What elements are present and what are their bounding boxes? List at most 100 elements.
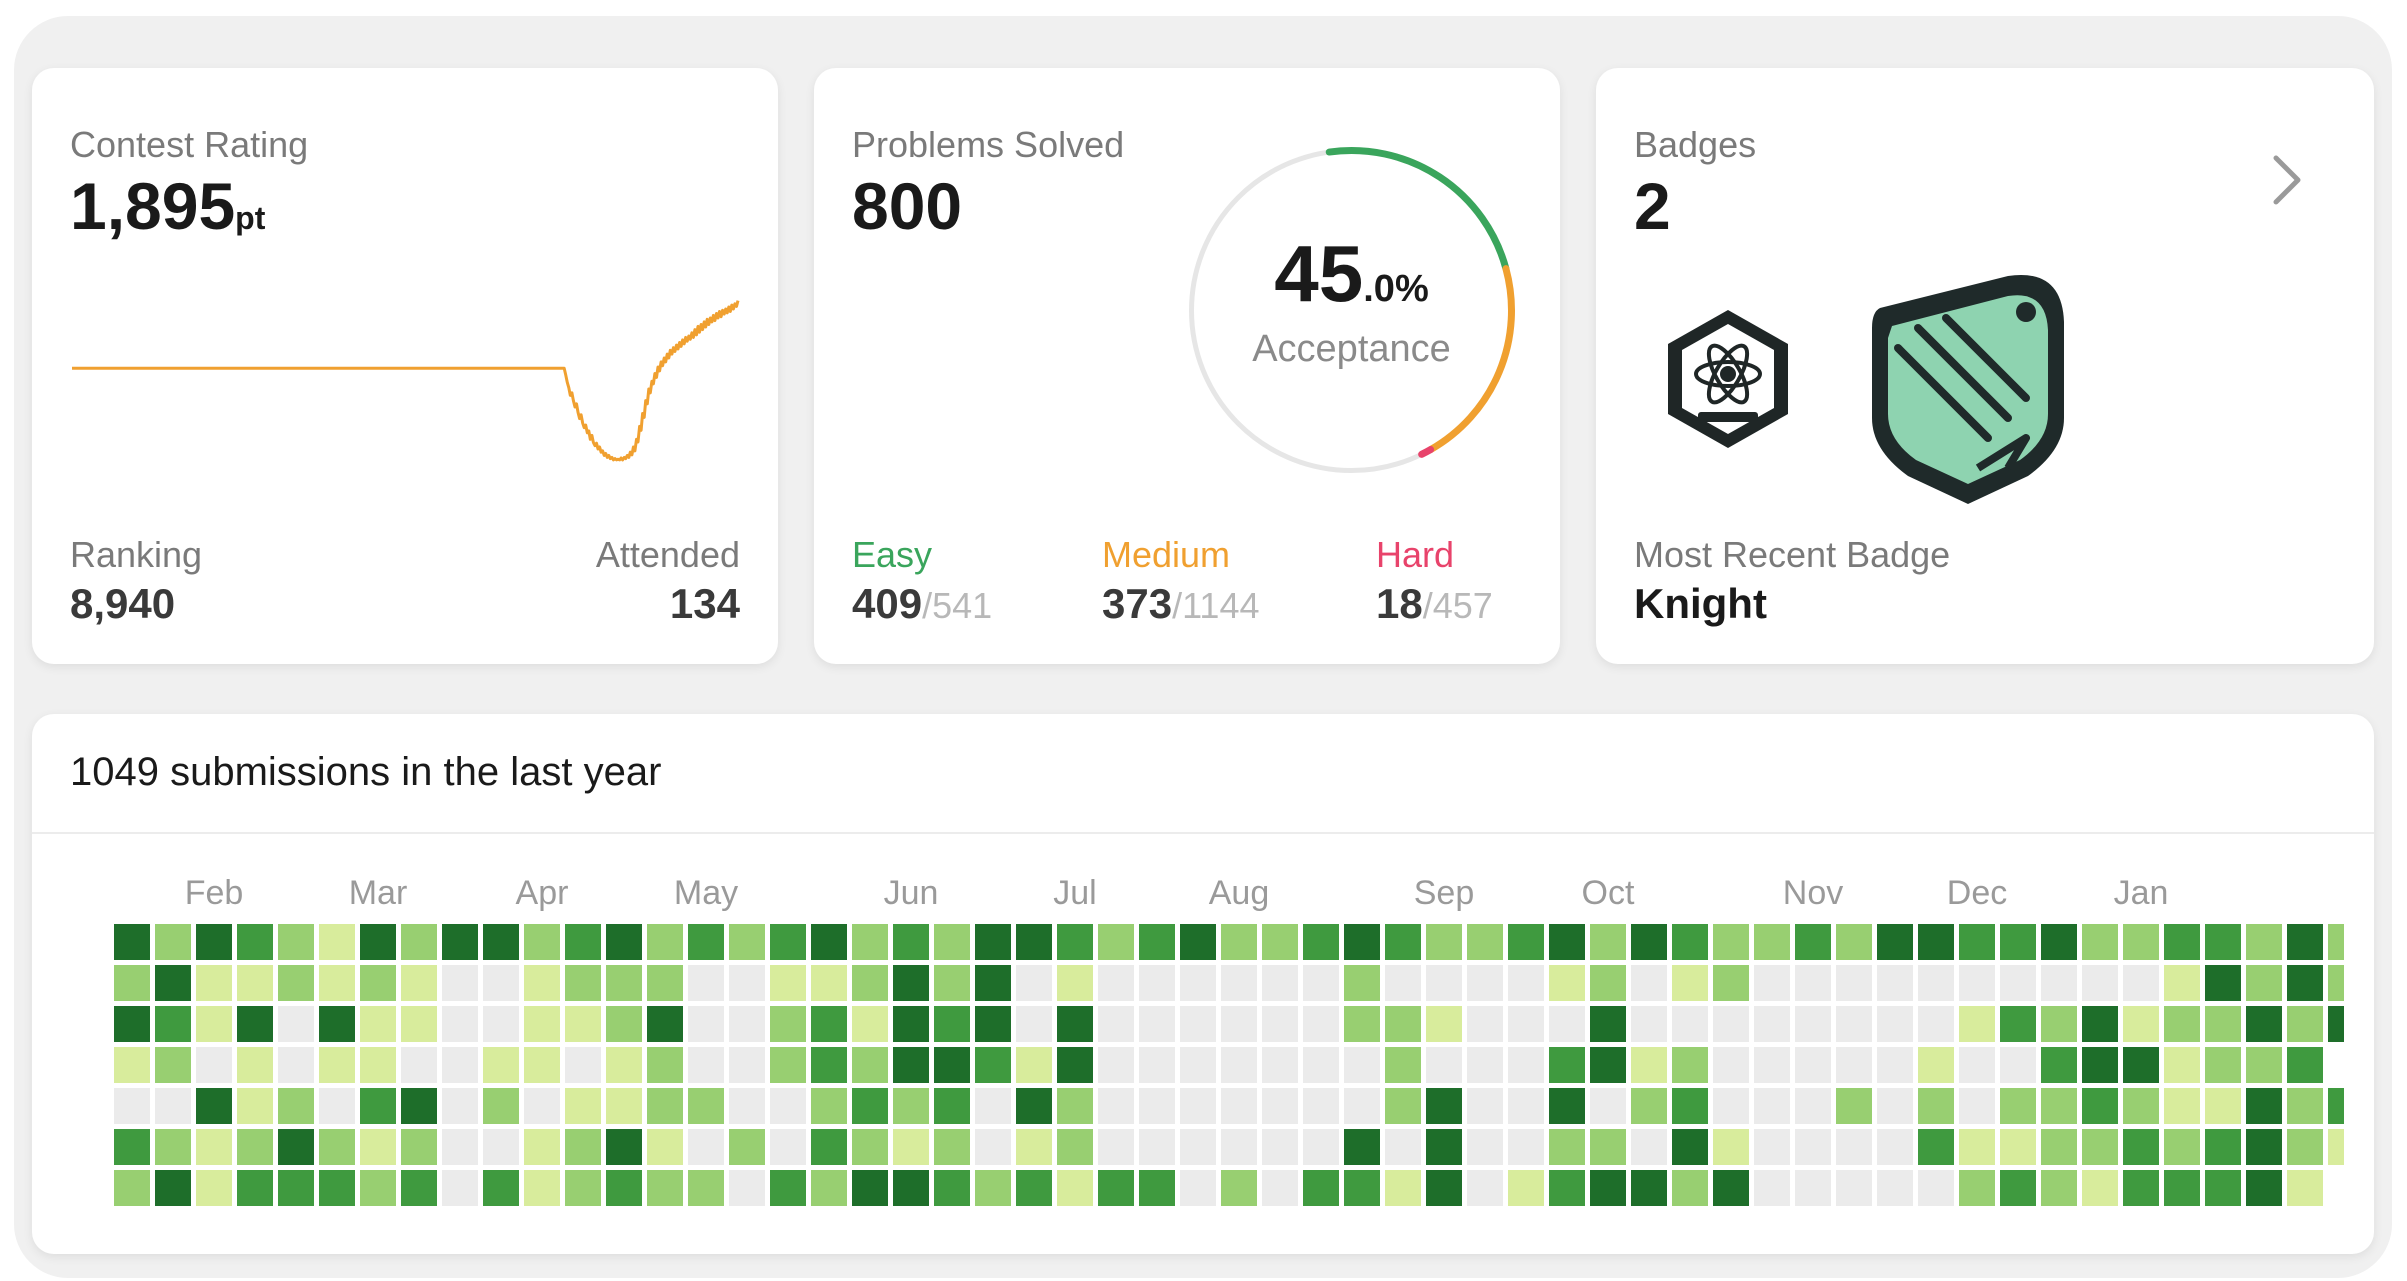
heatmap-day-cell[interactable] xyxy=(1549,1129,1585,1165)
heatmap-day-cell[interactable] xyxy=(196,1129,232,1165)
heatmap-day-cell[interactable] xyxy=(852,1088,888,1124)
heatmap-day-cell[interactable] xyxy=(565,1006,601,1042)
heatmap-day-cell[interactable] xyxy=(647,1006,683,1042)
heatmap-day-cell[interactable] xyxy=(319,965,355,1001)
heatmap-day-cell[interactable] xyxy=(1262,965,1298,1001)
heatmap-day-cell[interactable] xyxy=(1508,1088,1544,1124)
heatmap-day-cell[interactable] xyxy=(1016,1088,1052,1124)
heatmap-day-cell[interactable] xyxy=(688,1170,724,1206)
heatmap-day-cell[interactable] xyxy=(1098,1088,1134,1124)
heatmap-day-cell[interactable] xyxy=(524,1006,560,1042)
heatmap-day-cell[interactable] xyxy=(1221,965,1257,1001)
heatmap-day-cell[interactable] xyxy=(2000,1170,2036,1206)
heatmap-day-cell[interactable] xyxy=(1836,1170,1872,1206)
heatmap-day-cell[interactable] xyxy=(360,1006,396,1042)
heatmap-day-cell[interactable] xyxy=(155,1047,191,1083)
heatmap-day-cell[interactable] xyxy=(1098,1170,1134,1206)
heatmap-day-cell[interactable] xyxy=(237,1170,273,1206)
heatmap-day-cell[interactable] xyxy=(770,965,806,1001)
heatmap-day-cell[interactable] xyxy=(1303,1006,1339,1042)
heatmap-day-cell[interactable] xyxy=(606,1170,642,1206)
heatmap-day-cell[interactable] xyxy=(2205,965,2241,1001)
heatmap-day-cell[interactable] xyxy=(1180,1047,1216,1083)
heatmap-day-cell[interactable] xyxy=(647,1047,683,1083)
heatmap-day-cell[interactable] xyxy=(442,965,478,1001)
heatmap-day-cell[interactable] xyxy=(1262,924,1298,960)
heatmap-day-cell[interactable] xyxy=(770,1088,806,1124)
badges-card[interactable]: Badges 2 Most Recent Badge Knight xyxy=(1596,68,2374,664)
heatmap-day-cell[interactable] xyxy=(1631,1006,1667,1042)
problems-solved-card[interactable]: Problems Solved 800 45.0% Acceptance Eas… xyxy=(814,68,1560,664)
heatmap-day-cell[interactable] xyxy=(1385,1170,1421,1206)
heatmap-day-cell[interactable] xyxy=(1795,924,1831,960)
heatmap-day-cell[interactable] xyxy=(1385,1129,1421,1165)
heatmap-day-cell[interactable] xyxy=(1262,1006,1298,1042)
heatmap-day-cell[interactable] xyxy=(1139,1088,1175,1124)
heatmap-day-cell[interactable] xyxy=(1426,1047,1462,1083)
heatmap-day-cell[interactable] xyxy=(2164,1006,2200,1042)
heatmap-day-cell[interactable] xyxy=(2082,1047,2118,1083)
heatmap-day-cell[interactable] xyxy=(1180,924,1216,960)
heatmap-day-cell[interactable] xyxy=(975,1047,1011,1083)
heatmap-day-cell[interactable] xyxy=(360,924,396,960)
heatmap-day-cell[interactable] xyxy=(1221,1006,1257,1042)
heatmap-day-cell[interactable] xyxy=(2328,1006,2344,1042)
heatmap-day-cell[interactable] xyxy=(2205,1047,2241,1083)
heatmap-day-cell[interactable] xyxy=(196,965,232,1001)
heatmap-day-cell[interactable] xyxy=(1877,1088,1913,1124)
heatmap-day-cell[interactable] xyxy=(647,1170,683,1206)
heatmap-day-cell[interactable] xyxy=(688,1006,724,1042)
heatmap-day-cell[interactable] xyxy=(1016,1129,1052,1165)
heatmap-day-cell[interactable] xyxy=(1344,1006,1380,1042)
heatmap-day-cell[interactable] xyxy=(2123,1170,2159,1206)
heatmap-day-cell[interactable] xyxy=(1016,1170,1052,1206)
heatmap-day-cell[interactable] xyxy=(401,1170,437,1206)
heatmap-day-cell[interactable] xyxy=(1918,1006,1954,1042)
heatmap-day-cell[interactable] xyxy=(360,1047,396,1083)
heatmap-day-cell[interactable] xyxy=(729,1170,765,1206)
heatmap-day-cell[interactable] xyxy=(237,1129,273,1165)
heatmap-day-cell[interactable] xyxy=(2041,1170,2077,1206)
heatmap-day-cell[interactable] xyxy=(278,1006,314,1042)
heatmap-day-cell[interactable] xyxy=(2164,1170,2200,1206)
heatmap-day-cell[interactable] xyxy=(975,1129,1011,1165)
heatmap-day-cell[interactable] xyxy=(2164,1129,2200,1165)
heatmap-day-cell[interactable] xyxy=(1344,1170,1380,1206)
heatmap-day-cell[interactable] xyxy=(442,1088,478,1124)
heatmap-day-cell[interactable] xyxy=(278,924,314,960)
heatmap-day-cell[interactable] xyxy=(893,1006,929,1042)
heatmap-day-cell[interactable] xyxy=(811,1129,847,1165)
heatmap-day-cell[interactable] xyxy=(442,1129,478,1165)
heatmap-day-cell[interactable] xyxy=(2205,1088,2241,1124)
heatmap-day-cell[interactable] xyxy=(688,1129,724,1165)
heatmap-day-cell[interactable] xyxy=(2328,1088,2344,1124)
heatmap-day-cell[interactable] xyxy=(647,1088,683,1124)
heatmap-day-cell[interactable] xyxy=(2082,1088,2118,1124)
heatmap-day-cell[interactable] xyxy=(1057,1129,1093,1165)
heatmap-day-cell[interactable] xyxy=(2287,1170,2323,1206)
heatmap-day-cell[interactable] xyxy=(1836,1129,1872,1165)
heatmap-day-cell[interactable] xyxy=(1508,1006,1544,1042)
heatmap-day-cell[interactable] xyxy=(237,924,273,960)
heatmap-day-cell[interactable] xyxy=(1836,924,1872,960)
heatmap-day-cell[interactable] xyxy=(278,1170,314,1206)
heatmap-day-cell[interactable] xyxy=(852,1047,888,1083)
heatmap-day-cell[interactable] xyxy=(1754,1129,1790,1165)
heatmap-day-cell[interactable] xyxy=(565,1088,601,1124)
heatmap-day-cell[interactable] xyxy=(114,1006,150,1042)
heatmap-day-cell[interactable] xyxy=(1467,1129,1503,1165)
heatmap-day-cell[interactable] xyxy=(1713,1170,1749,1206)
heatmap-day-cell[interactable] xyxy=(770,1006,806,1042)
heatmap-day-cell[interactable] xyxy=(196,924,232,960)
heatmap-day-cell[interactable] xyxy=(114,965,150,1001)
heatmap-day-cell[interactable] xyxy=(2287,1088,2323,1124)
heatmap-day-cell[interactable] xyxy=(2123,1047,2159,1083)
heatmap-day-cell[interactable] xyxy=(975,924,1011,960)
heatmap-day-cell[interactable] xyxy=(1877,1006,1913,1042)
heatmap-day-cell[interactable] xyxy=(319,924,355,960)
heatmap-day-cell[interactable] xyxy=(1836,1088,1872,1124)
heatmap-day-cell[interactable] xyxy=(360,1170,396,1206)
heatmap-day-cell[interactable] xyxy=(1672,1006,1708,1042)
heatmap-day-cell[interactable] xyxy=(278,965,314,1001)
heatmap-day-cell[interactable] xyxy=(893,1047,929,1083)
